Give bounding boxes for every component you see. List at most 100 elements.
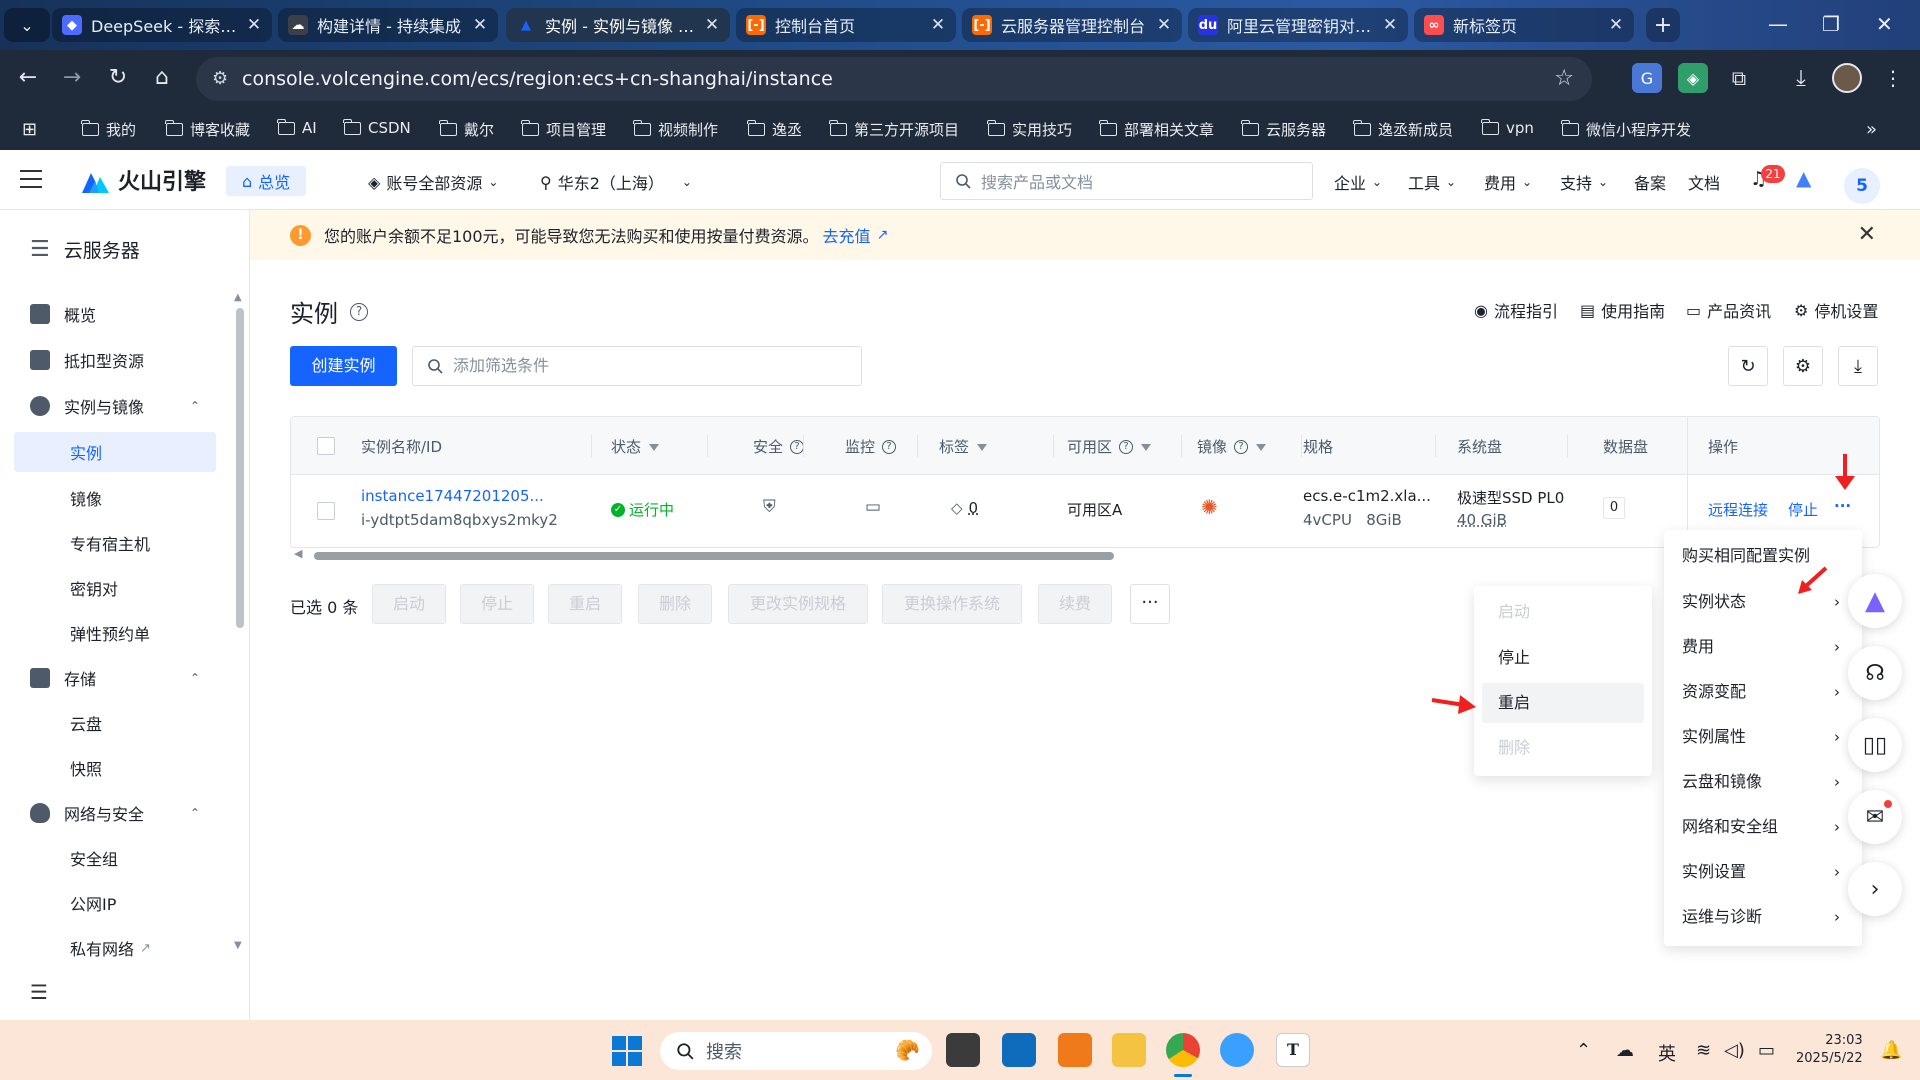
support-menu[interactable]: 支持 ⌄ [1560,170,1608,194]
menu-item-start[interactable]: 启动 [1482,592,1644,632]
home-icon[interactable]: ⌂ [148,65,176,90]
reload-icon[interactable]: ↻ [104,65,132,90]
col-zone[interactable]: 可用区? [1067,436,1152,457]
ai-assistant-icon[interactable]: ▲ [1796,166,1811,190]
bookmark-folder[interactable]: 项目管理 [521,119,606,140]
bookmark-folder[interactable]: vpn [1481,118,1534,137]
windows-start-icon[interactable] [612,1036,642,1066]
icp-filing-link[interactable]: 备案 [1634,170,1666,194]
menu-item-delete[interactable]: 删除 [1482,728,1644,768]
bulk-stop-button[interactable]: 停止 [460,584,534,624]
menu-item-instance-state[interactable]: 实例状态 › [1664,582,1862,622]
bookmark-folder[interactable]: 部署相关文章 [1099,119,1214,140]
settings-button[interactable]: ⚙ [1783,346,1823,386]
back-icon[interactable]: ← [14,65,42,90]
bookmark-folder[interactable]: 戴尔 [439,119,494,140]
product-search-input[interactable]: 搜索产品或文档 [940,162,1313,200]
product-news-link[interactable]: ▭ 产品资讯 [1686,298,1771,322]
scroll-up-icon[interactable]: ▲ [234,292,242,303]
collapse-sidebar-icon[interactable]: ☰ [30,980,48,1004]
close-icon[interactable]: ✕ [1608,15,1624,35]
close-icon[interactable]: ✕ [246,15,262,35]
close-icon[interactable]: ✕ [930,15,946,35]
sidebar-item-security-group[interactable]: 安全组 [14,838,216,878]
tab-search-button[interactable]: ⌄ [4,8,50,42]
overview-button[interactable]: ⌂ 总览 [226,166,307,196]
bookmark-star-icon[interactable]: ☆ [1554,66,1574,91]
table-horizontal-scrollbar[interactable]: ◀ ▶ [294,547,1854,562]
sublime-text-icon[interactable] [1058,1033,1092,1067]
close-icon[interactable]: ✕ [704,15,720,35]
menu-item-resource-change[interactable]: 资源变配 › [1664,672,1862,712]
sidebar-item-public-ip[interactable]: 公网IP [14,883,216,923]
stop-link[interactable]: 停止 [1788,499,1818,520]
docs-button[interactable]: ▯▯ [1848,718,1902,772]
menu-item-disk-image[interactable]: 云盘和镜像 › [1664,762,1862,802]
create-instance-button[interactable]: 创建实例 [290,346,397,386]
new-tab-button[interactable]: + [1646,8,1680,42]
bulk-change-spec-button[interactable]: 更改实例规格 [728,584,868,624]
volume-icon[interactable]: ◁) [1724,1040,1745,1061]
tools-menu[interactable]: 工具 ⌄ [1408,170,1456,194]
bulk-restart-button[interactable]: 重启 [548,584,622,624]
bookmark-folder[interactable]: CSDN [343,118,411,137]
sidebar-item-overview[interactable]: 概览 [14,294,216,334]
ime-indicator[interactable]: 英 [1658,1040,1676,1066]
refresh-button[interactable]: ↻ [1728,346,1768,386]
help-icon[interactable]: ? [790,439,805,454]
help-icon[interactable]: ? [882,439,897,454]
typora-icon[interactable]: T [1276,1033,1310,1067]
tab-instance-active[interactable]: ▲ 实例 - 实例与镜像 - 云 ✕ [506,8,730,42]
docs-link[interactable]: 文档 [1688,170,1720,194]
sidebar-group-network[interactable]: 网络与安全 ⌃ [14,793,216,833]
process-guide-link[interactable]: ◉ 流程指引 [1474,298,1558,322]
bulk-delete-button[interactable]: 删除 [638,584,712,624]
menu-item-network-security[interactable]: 网络和安全组 › [1664,807,1862,847]
volcengine-logo[interactable]: 火山引擎 [80,164,206,196]
bookmark-folder[interactable]: 云服务器 [1241,119,1326,140]
system-disk-size[interactable]: 40 GiB [1457,511,1507,529]
sidebar-item-vpc[interactable]: 私有网络 ↗ [14,928,216,968]
close-icon[interactable]: ✕ [1858,222,1876,247]
col-status[interactable]: 状态 [611,436,660,457]
site-info-icon[interactable]: ⚙ [212,68,228,89]
sidebar-group-instance-image[interactable]: 实例与镜像 ⌃ [14,386,216,426]
download-icon[interactable]: ⤓ [1786,63,1816,93]
sidebar-item-keypair[interactable]: 密钥对 [14,568,216,608]
menu-item-instance-attributes[interactable]: 实例属性 › [1664,717,1862,757]
wifi-icon[interactable]: ≋ [1696,1040,1711,1061]
shutdown-settings-link[interactable]: ⚙ 停机设置 [1794,298,1878,322]
export-button[interactable]: ⤓ [1838,346,1878,386]
tab-new-tab[interactable]: ∞ 新标签页 ✕ [1414,8,1634,42]
sidebar-item-deduction[interactable]: 抵扣型资源 [14,340,216,380]
menu-icon[interactable] [20,170,42,188]
battery-icon[interactable]: ▭ [1758,1040,1775,1061]
tab-console-home[interactable]: [-] 控制台首页 ✕ [736,8,956,42]
menu-item-stop[interactable]: 停止 [1482,638,1644,678]
menu-item-restart[interactable]: 重启 [1482,683,1644,723]
feedback-button[interactable]: ✉ [1848,790,1902,844]
remote-connect-link[interactable]: 远程连接 [1708,499,1768,520]
chrome-icon[interactable] [1166,1033,1200,1067]
sidebar-scrollbar[interactable] [236,308,244,628]
notification-center-icon[interactable]: 🔔 [1880,1040,1902,1061]
bulk-renew-button[interactable]: 续费 [1038,584,1112,624]
bulk-change-os-button[interactable]: 更换操作系统 [882,584,1022,624]
translate-extension-icon[interactable]: G [1632,63,1662,93]
sidebar-item-snapshot[interactable]: 快照 [14,748,216,788]
more-bookmarks-icon[interactable]: » [1866,119,1877,140]
bulk-more-button[interactable]: ··· [1130,584,1170,624]
sidebar-item-instance[interactable]: 实例 [14,432,216,472]
bookmark-folder[interactable]: 微信小程序开发 [1561,119,1691,140]
ai-assistant-button[interactable]: ▲ [1848,574,1902,628]
minimize-icon[interactable]: — [1768,12,1788,36]
url-bar[interactable]: ⚙ console.volcengine.com/ecs/region:ecs+… [196,57,1592,101]
billing-menu[interactable]: 费用 ⌄ [1484,170,1532,194]
close-icon[interactable]: ✕ [1382,15,1398,35]
profile-avatar-icon[interactable] [1832,63,1862,93]
taskbar-search[interactable]: 搜索 🥐 [660,1032,932,1070]
external-link-icon[interactable]: ↗ [877,227,889,243]
vpn-extension-icon[interactable]: ◈ [1678,63,1708,93]
bookmark-folder[interactable]: 第三方开源项目 [829,119,959,140]
menu-item-ops-diagnostics[interactable]: 运维与诊断 › [1664,897,1862,937]
